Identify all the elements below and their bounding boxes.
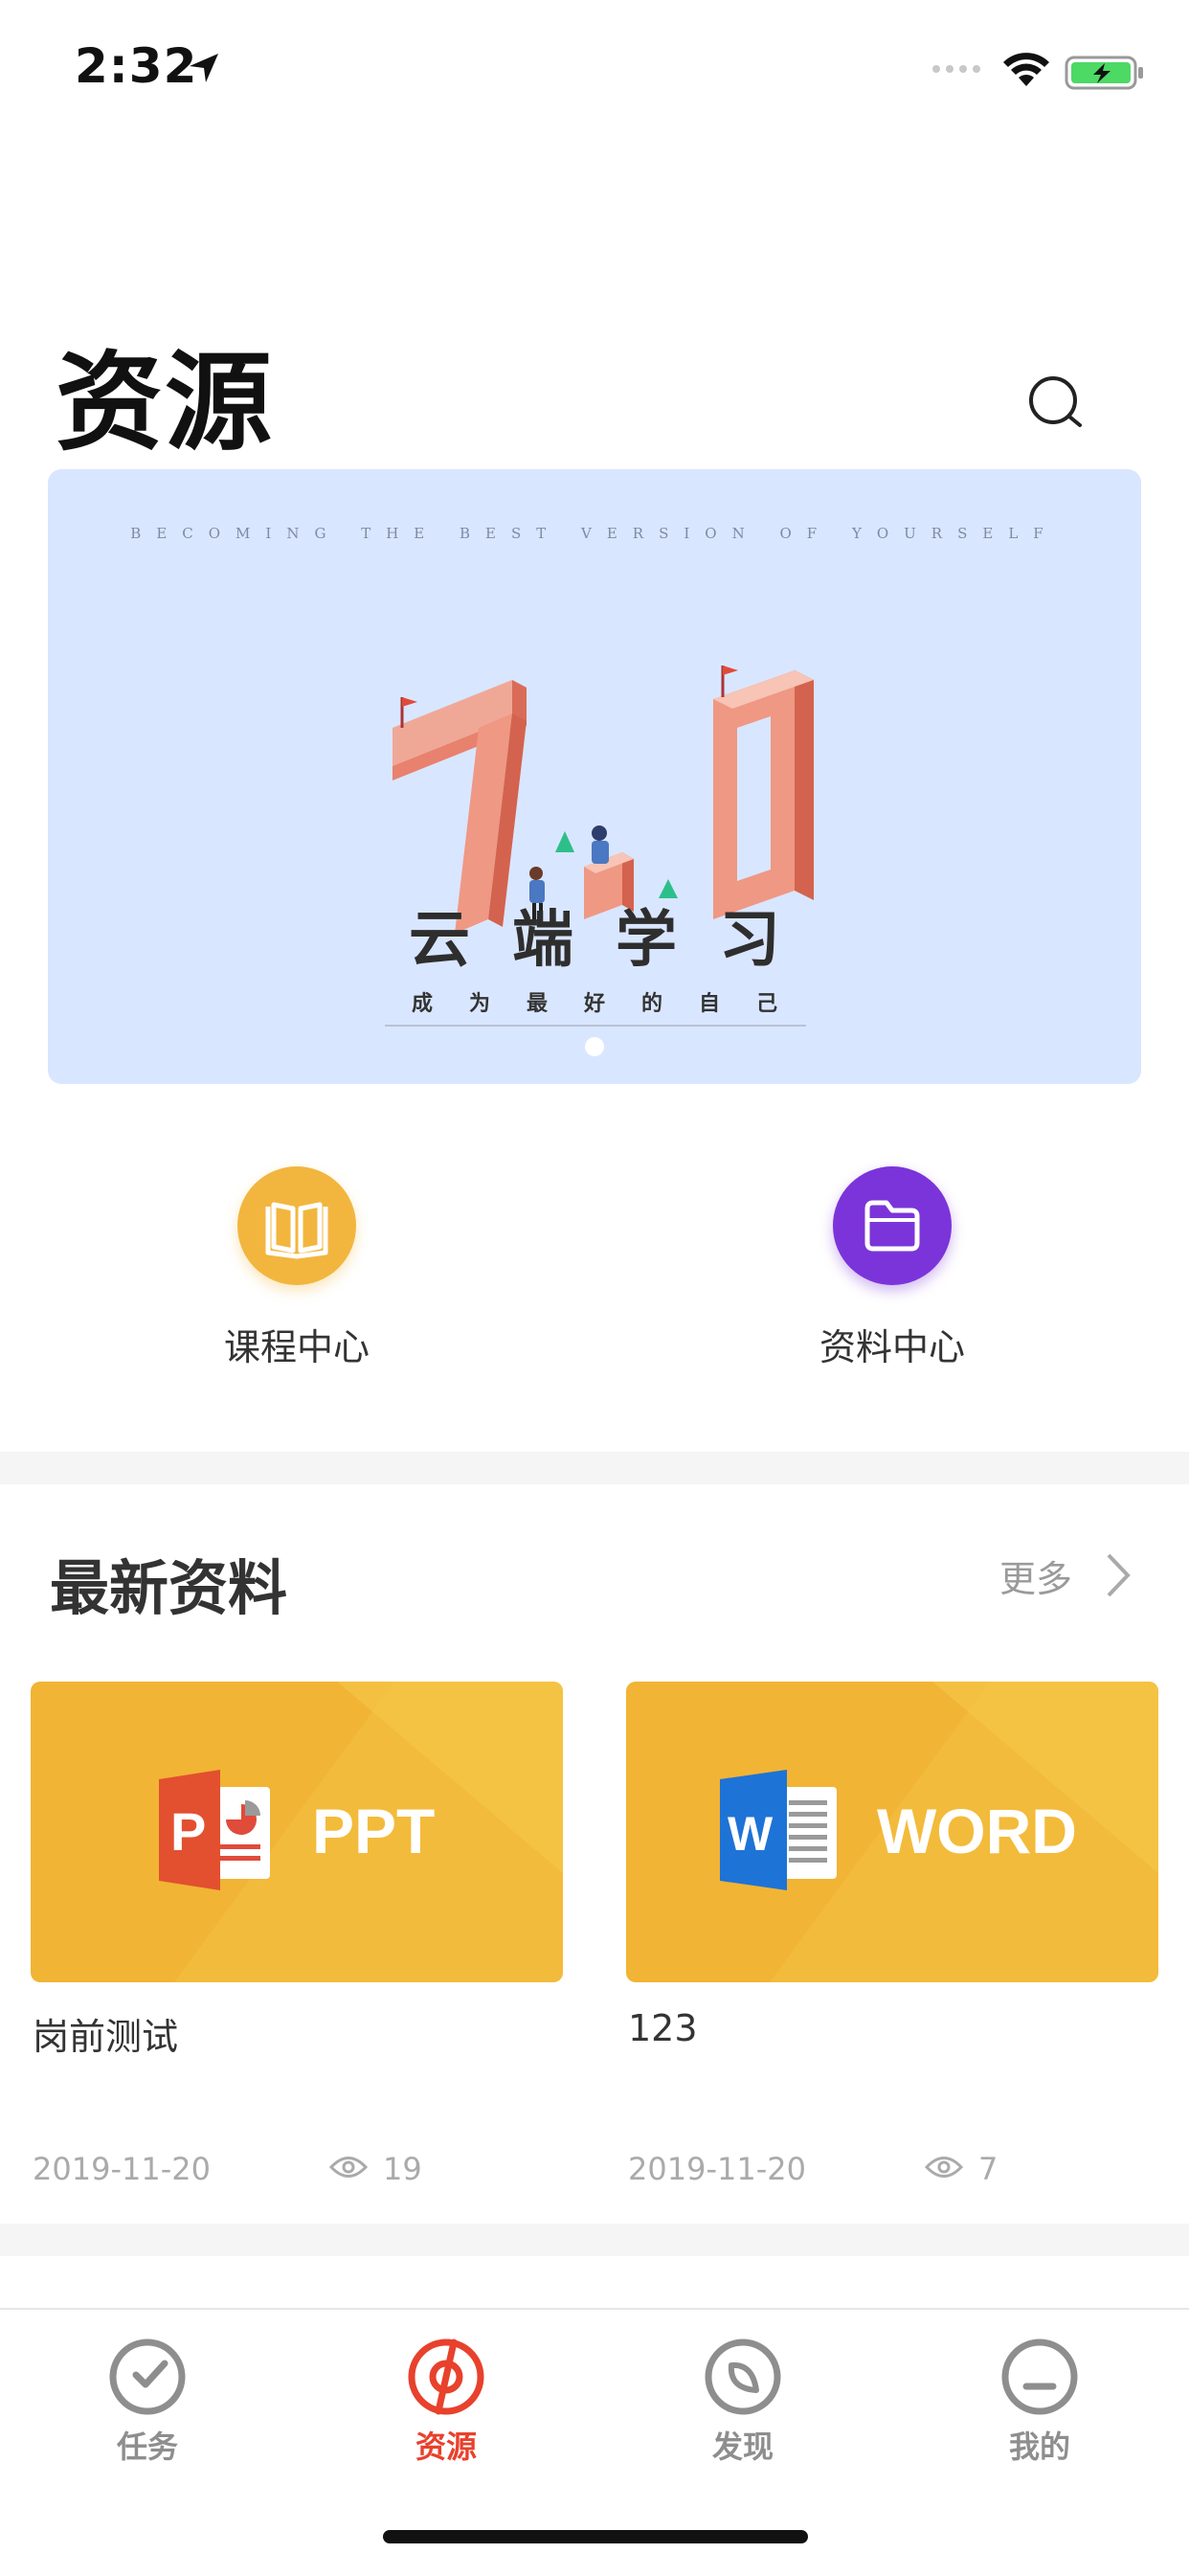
file-type-label: PPT [312, 1796, 436, 1866]
status-time: 2:32 [75, 38, 198, 94]
shortcut-label: 资料中心 [819, 1326, 965, 1368]
discover-icon [705, 2339, 781, 2415]
chevron-right-icon [1107, 1553, 1131, 1597]
home-indicator[interactable] [383, 2530, 808, 2543]
material-title: 岗前测试 [33, 2016, 179, 2058]
banner-subtitle: 成为最好的自己 [411, 992, 814, 1016]
tab-discover[interactable]: 发现 [647, 2337, 839, 2471]
material-date: 2019-11-20 [628, 2151, 806, 2187]
banner-tagline: BECOMING THE BEST VERSION OF YOURSELF [130, 525, 1059, 542]
eye-icon [925, 2157, 963, 2178]
tab-tasks[interactable]: 任务 [52, 2337, 243, 2471]
file-type-label: WORD [877, 1796, 1077, 1866]
shortcut-course-center[interactable]: 课程中心 [153, 1166, 440, 1396]
eye-icon [329, 2157, 368, 2178]
banner-heading: 云端学习 [409, 905, 822, 976]
thumbnail-background [174, 1682, 563, 1982]
folder-icon [864, 1200, 920, 1252]
material-thumbnail: P PPT [31, 1682, 563, 1982]
profile-icon [1001, 2339, 1078, 2415]
wifi-icon [1003, 53, 1049, 86]
tab-resources[interactable]: 资源 [350, 2337, 542, 2471]
material-thumbnail: W WORD [626, 1682, 1158, 1982]
section-divider [0, 2224, 1189, 2256]
svg-text:W: W [728, 1807, 774, 1861]
shortcut-material-center[interactable]: 资料中心 [749, 1166, 1036, 1396]
tab-label: 资源 [415, 2429, 477, 2465]
material-view-count: 19 [383, 2151, 422, 2187]
shortcut-label: 课程中心 [223, 1326, 370, 1368]
promo-banner[interactable]: BECOMING THE BEST VERSION OF YOURSELF 云端… [48, 469, 1141, 1084]
battery-charging-icon [1065, 56, 1143, 90]
search-icon[interactable] [1026, 373, 1088, 435]
banner-illustration [393, 666, 814, 934]
tab-label: 发现 [711, 2429, 774, 2465]
material-center-icon-bg [833, 1166, 952, 1285]
banner-divider [385, 1025, 806, 1027]
material-view-count: 7 [978, 2151, 998, 2187]
section-title-latest: 最新资料 [50, 1553, 288, 1623]
course-center-icon-bg [237, 1166, 356, 1285]
material-card[interactable]: W WORD 123 2019-11-20 7 [626, 1682, 1158, 2187]
section-divider [0, 1452, 1189, 1484]
tab-label: 任务 [116, 2429, 178, 2465]
svg-text:P: P [170, 1801, 206, 1862]
signal-icon [932, 65, 980, 73]
location-arrow-icon [190, 54, 218, 82]
material-card[interactable]: P PPT 岗前测试 2019-11-20 19 [31, 1682, 563, 2187]
book-icon [265, 1202, 328, 1259]
material-date: 2019-11-20 [33, 2151, 211, 2187]
more-link[interactable]: 更多 [999, 1549, 1143, 1603]
tab-mine[interactable]: 我的 [944, 2337, 1135, 2471]
page-title: 资源 [56, 341, 274, 465]
carousel-page-dot[interactable] [585, 1037, 604, 1056]
material-title: 123 [628, 2007, 698, 2049]
word-icon: W [720, 1770, 837, 1890]
task-clock-icon [109, 2339, 186, 2415]
powerpoint-icon: P [159, 1770, 270, 1890]
tab-label: 我的 [1008, 2429, 1070, 2465]
resource-icon [408, 2339, 484, 2415]
more-label: 更多 [999, 1558, 1073, 1600]
